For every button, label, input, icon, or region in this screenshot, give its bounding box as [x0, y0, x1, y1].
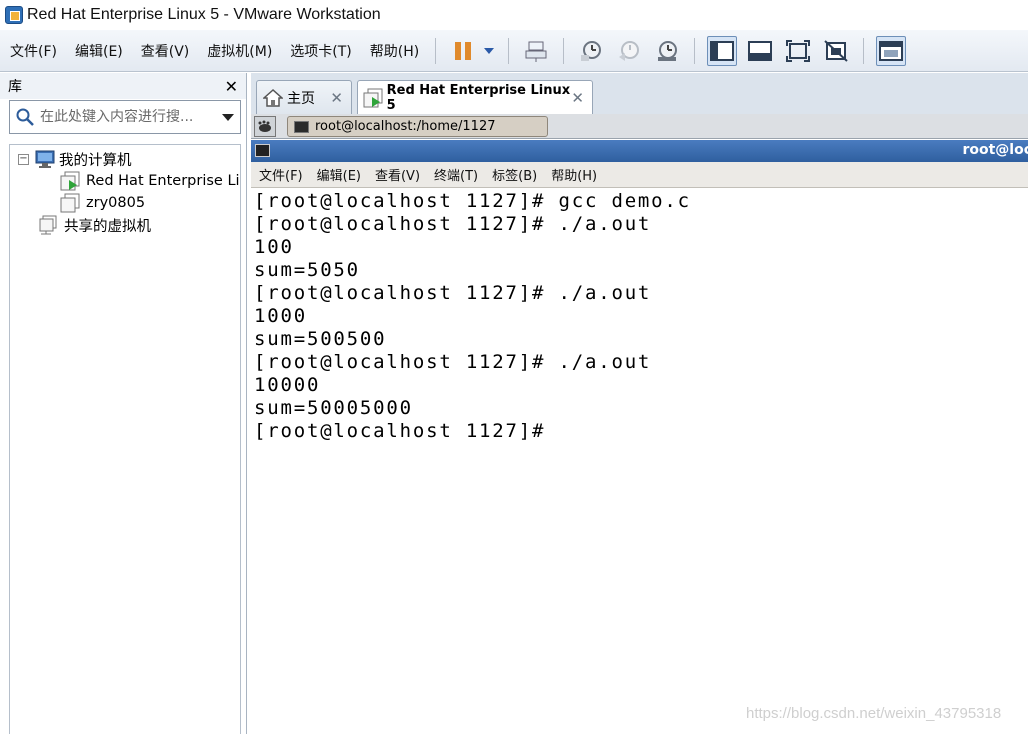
running-vm-icon	[60, 171, 80, 191]
terminal-line: [root@localhost 1127]# ./a.out	[254, 282, 652, 304]
tree-item-label: 我的计算机	[59, 152, 132, 169]
toolbar-separator	[694, 37, 696, 64]
terminal-line: 100	[254, 236, 294, 258]
terminal-line: sum=50005000	[254, 397, 413, 419]
tab-label: Red Hat Enterprise Linux 5	[386, 82, 571, 113]
search-icon	[10, 102, 40, 132]
send-ctrl-alt-del-button[interactable]	[521, 36, 551, 66]
menu-edit[interactable]: 编辑(E)	[65, 41, 131, 61]
tab-strip: 主页 ✕ Red Hat Enterprise Linux 5 ✕	[251, 73, 1028, 114]
terminal-line: [root@localhost 1127]# ./a.out	[254, 213, 652, 235]
take-snapshot-button[interactable]	[576, 36, 606, 66]
tab-home[interactable]: 主页 ✕	[256, 80, 352, 114]
library-header: 库 ✕	[0, 73, 246, 99]
watermark: https://blog.csdn.net/weixin_43795318	[746, 705, 1002, 722]
pause-button[interactable]	[448, 36, 478, 66]
terminal-menu-terminal[interactable]: 终端(T)	[426, 165, 484, 184]
terminal-menu-view[interactable]: 查看(V)	[367, 165, 426, 184]
menu-toolbar: 文件(F) 编辑(E) 查看(V) 虚拟机(M) 选项卡(T) 帮助(H)	[0, 30, 1028, 72]
tab-redhat-vm[interactable]: Red Hat Enterprise Linux 5 ✕	[357, 80, 593, 114]
snapshot-manager-icon	[658, 40, 678, 61]
power-dropdown-button[interactable]	[482, 36, 496, 66]
taskbar-terminal-item[interactable]: root@localhost:/home/1127	[287, 116, 548, 137]
unity-icon	[824, 39, 848, 62]
terminal-menu-file[interactable]: 文件(F)	[251, 165, 309, 184]
close-icon[interactable]: ✕	[571, 89, 584, 107]
thumbnail-view-button[interactable]	[876, 35, 907, 66]
tree-item-label: 共享的虚拟机	[64, 218, 151, 235]
fullscreen-button[interactable]	[783, 36, 813, 66]
terminal-menu-help[interactable]: 帮助(H)	[543, 165, 603, 184]
tree-item-label: zry0805	[86, 195, 146, 211]
show-library-button[interactable]	[707, 35, 738, 66]
menu-file[interactable]: 文件(F)	[0, 41, 65, 61]
library-close-icon[interactable]: ✕	[225, 77, 238, 96]
terminal-line: [root@localhost 1127]# gcc demo.c	[254, 190, 691, 212]
search-dropdown-icon[interactable]	[222, 113, 234, 121]
collapse-icon[interactable]: −	[18, 153, 29, 165]
snapshot-manager-button[interactable]	[652, 36, 682, 66]
send-ctrl-alt-del-icon	[525, 41, 547, 62]
window-titlebar: Red Hat Enterprise Linux 5 - VMware Work…	[0, 0, 1028, 30]
tab-label: 主页	[287, 90, 315, 107]
terminal-prompt: [root@localhost 1127]#	[254, 420, 546, 442]
running-vm-icon	[363, 88, 383, 107]
toolbar-separator	[563, 37, 565, 64]
library-title: 库	[8, 79, 22, 95]
terminal-window-title: root@loc	[962, 142, 1028, 158]
terminal-menu-edit[interactable]: 编辑(E)	[309, 165, 367, 184]
toolbar-separator	[863, 37, 865, 64]
close-icon[interactable]: ✕	[330, 89, 343, 107]
taskbar-item-label: root@localhost:/home/1127	[315, 119, 496, 134]
toolbar-separator	[508, 37, 510, 64]
tree-item-zry0805[interactable]: zry0805	[60, 192, 145, 214]
revert-snapshot-button[interactable]	[614, 36, 644, 66]
vmware-app-icon	[5, 6, 23, 24]
vm-icon	[60, 193, 80, 213]
library-search	[9, 100, 241, 134]
gnome-foot-icon	[258, 120, 271, 132]
guest-menu-button[interactable]	[254, 116, 276, 137]
search-input[interactable]	[40, 109, 200, 125]
terminal-menu-tabs[interactable]: 标签(B)	[484, 165, 543, 184]
terminal-line: [root@localhost 1127]# ./a.out	[254, 351, 652, 373]
library-panel: 库 ✕ − 我的计算机 Red Hat Enterprise Li zry080…	[0, 73, 247, 734]
shared-vm-icon	[39, 215, 57, 235]
terminal-line: sum=5050	[254, 259, 360, 281]
view-sidebar-icon	[710, 40, 735, 61]
menu-view[interactable]: 查看(V)	[131, 41, 198, 61]
terminal-line: 1000	[254, 305, 307, 327]
terminal-line: 10000	[254, 374, 321, 396]
terminal-icon	[294, 120, 309, 133]
thumbnail-view-icon	[879, 40, 904, 61]
vm-tree: − 我的计算机 Red Hat Enterprise Li zry0805 共享…	[9, 144, 241, 734]
tree-item-label: Red Hat Enterprise Li	[86, 173, 240, 189]
terminal-output[interactable]: [root@localhost 1127]# gcc demo.c [root@…	[251, 189, 1028, 734]
tree-item-redhat-vm[interactable]: Red Hat Enterprise Li	[60, 170, 240, 192]
snapshot-take-icon	[581, 40, 602, 61]
dropdown-arrow-icon	[484, 47, 495, 54]
tree-item-my-computer[interactable]: − 我的计算机	[18, 148, 132, 170]
unity-button[interactable]	[821, 36, 851, 66]
pause-icon	[455, 41, 472, 60]
terminal-titlebar: root@loc	[251, 140, 1028, 162]
snapshot-revert-icon	[619, 40, 640, 61]
terminal-icon	[255, 144, 270, 157]
menu-tabs[interactable]: 选项卡(T)	[280, 41, 359, 61]
window-title: Red Hat Enterprise Linux 5 - VMware Work…	[27, 6, 381, 23]
view-console-icon	[748, 40, 773, 61]
home-icon	[263, 88, 283, 107]
toolbar-separator	[435, 37, 437, 64]
terminal-line: sum=500500	[254, 328, 387, 350]
menu-vm[interactable]: 虚拟机(M)	[197, 41, 280, 61]
guest-taskbar: root@localhost:/home/1127	[251, 114, 1028, 139]
fullscreen-icon	[786, 39, 811, 62]
console-view-button[interactable]	[745, 36, 775, 66]
terminal-menubar: 文件(F) 编辑(E) 查看(V) 终端(T) 标签(B) 帮助(H)	[251, 162, 1028, 188]
tree-item-shared-vms[interactable]: 共享的虚拟机	[38, 214, 151, 236]
computer-icon	[35, 150, 55, 168]
menu-help[interactable]: 帮助(H)	[360, 41, 427, 61]
